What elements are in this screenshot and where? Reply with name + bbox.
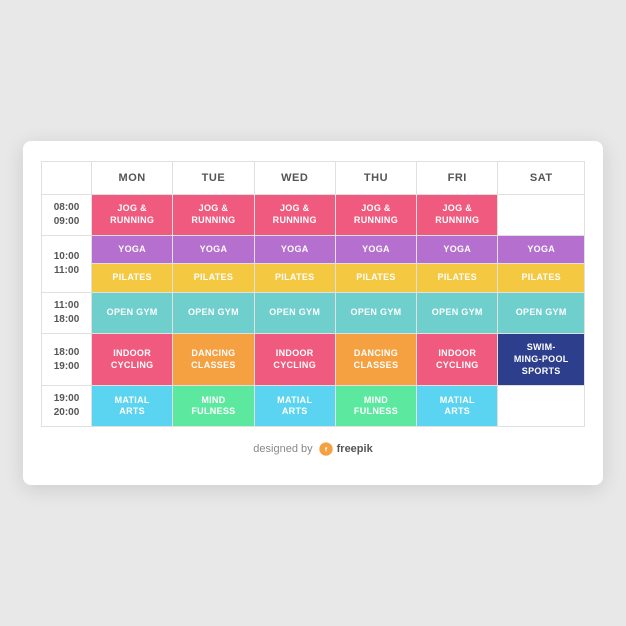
schedule-card: MON TUE WED THU FRI SAT 08:0009:00 JOG &…: [23, 141, 603, 485]
activity-cell: MATIALARTS: [92, 386, 173, 427]
activity-cell: JOG &RUNNING: [254, 194, 335, 235]
activity-cell: JOG &RUNNING: [92, 194, 173, 235]
brand-name: freepik: [337, 443, 373, 455]
table-row: PILATES PILATES PILATES PILATES PILATES …: [42, 264, 585, 293]
activity-cell: OPEN GYM: [92, 293, 173, 334]
activity-cell: YOGA: [335, 235, 416, 264]
freepik-logo: f freepik: [318, 441, 373, 457]
activity-cell: PILATES: [498, 264, 585, 293]
activity-cell: INDOORCYCLING: [254, 334, 335, 386]
activity-cell: JOG &RUNNING: [417, 194, 498, 235]
activity-cell: YOGA: [254, 235, 335, 264]
activity-cell: YOGA: [173, 235, 254, 264]
activity-cell: OPEN GYM: [254, 293, 335, 334]
activity-cell: SWIM-MING-POOLSPORTS: [498, 334, 585, 386]
schedule-table: MON TUE WED THU FRI SAT 08:0009:00 JOG &…: [41, 161, 585, 427]
header-wed: WED: [254, 161, 335, 194]
header-fri: FRI: [417, 161, 498, 194]
activity-cell: JOG &RUNNING: [335, 194, 416, 235]
activity-cell: PILATES: [335, 264, 416, 293]
activity-cell: PILATES: [254, 264, 335, 293]
footer: designed by f freepik: [41, 441, 585, 457]
activity-cell: YOGA: [498, 235, 585, 264]
activity-cell: JOG &RUNNING: [173, 194, 254, 235]
activity-cell: PILATES: [92, 264, 173, 293]
activity-cell: INDOORCYCLING: [417, 334, 498, 386]
table-row: 18:0019:00 INDOORCYCLING DANCINGCLASSES …: [42, 334, 585, 386]
footer-text: designed by: [253, 443, 312, 455]
header-thu: THU: [335, 161, 416, 194]
table-row: 11:0018:00 OPEN GYM OPEN GYM OPEN GYM OP…: [42, 293, 585, 334]
activity-cell: INDOORCYCLING: [92, 334, 173, 386]
activity-cell: YOGA: [417, 235, 498, 264]
activity-cell: DANCINGCLASSES: [173, 334, 254, 386]
activity-cell: MATIALARTS: [417, 386, 498, 427]
time-cell: 08:0009:00: [42, 194, 92, 235]
activity-cell: OPEN GYM: [335, 293, 416, 334]
time-cell: 11:0018:00: [42, 293, 92, 334]
table-row: 19:0020:00 MATIALARTS MINDFULNESS MATIAL…: [42, 386, 585, 427]
empty-cell: [498, 194, 585, 235]
header-tue: TUE: [173, 161, 254, 194]
time-cell: 19:0020:00: [42, 386, 92, 427]
table-row: 10:0011:00 YOGA YOGA YOGA YOGA YOGA YOGA: [42, 235, 585, 264]
activity-cell: PILATES: [173, 264, 254, 293]
activity-cell: OPEN GYM: [498, 293, 585, 334]
activity-cell: MINDFULNESS: [173, 386, 254, 427]
activity-cell: YOGA: [92, 235, 173, 264]
activity-cell: OPEN GYM: [417, 293, 498, 334]
activity-cell: MATIALARTS: [254, 386, 335, 427]
activity-cell: DANCINGCLASSES: [335, 334, 416, 386]
time-cell: 18:0019:00: [42, 334, 92, 386]
header-sat: SAT: [498, 161, 585, 194]
time-cell: 10:0011:00: [42, 235, 92, 292]
activity-cell: MINDFULNESS: [335, 386, 416, 427]
header-mon: MON: [92, 161, 173, 194]
table-row: 08:0009:00 JOG &RUNNING JOG &RUNNING JOG…: [42, 194, 585, 235]
activity-cell: PILATES: [417, 264, 498, 293]
empty-cell: [498, 386, 585, 427]
activity-cell: OPEN GYM: [173, 293, 254, 334]
header-empty: [42, 161, 92, 194]
